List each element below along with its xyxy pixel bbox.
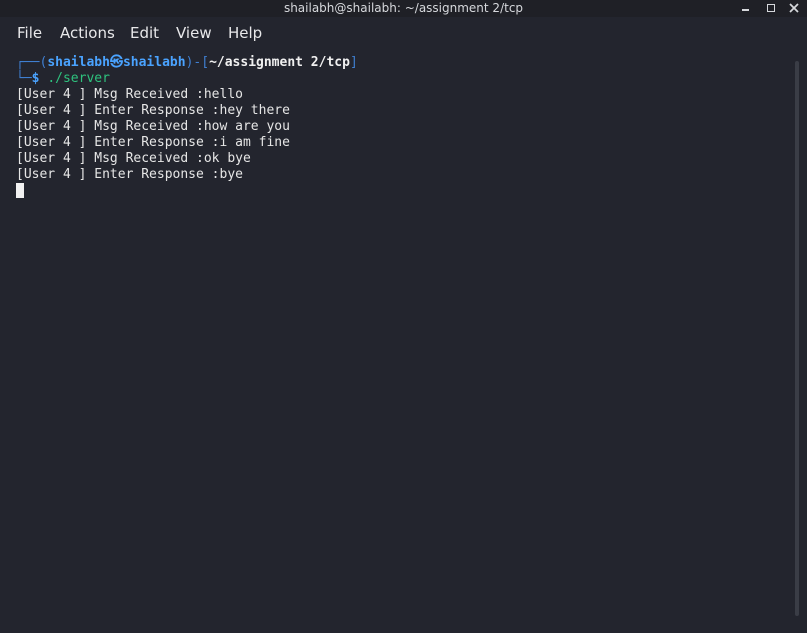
output-line: [User 4 ] Enter Response :hey there (16, 103, 290, 118)
scrollbar-thumb[interactable] (795, 61, 799, 616)
menu-help[interactable]: Help (228, 24, 262, 42)
command-text: ./server (47, 71, 110, 86)
prompt-line-1: ┌──(shailabh㉿shailabh)-[~/assignment 2/t… (16, 55, 358, 71)
maximize-icon (767, 4, 775, 12)
prompt-line-2: └─$ ./server (16, 71, 110, 87)
terminal-window: shailabh@shailabh: ~/assignment 2/tcp Fi… (0, 0, 807, 633)
window-title: shailabh@shailabh: ~/assignment 2/tcp (283, 1, 524, 15)
prompt-user: shailabh (47, 55, 110, 70)
terminal-cursor (16, 183, 24, 198)
minimize-button[interactable] (738, 0, 754, 16)
prompt-path: ~/assignment 2/tcp (209, 55, 350, 70)
vertical-scrollbar[interactable] (790, 49, 807, 633)
menu-bar: File Actions Edit View Help (0, 17, 807, 49)
menu-edit[interactable]: Edit (130, 24, 159, 42)
prompt-skull-icon: ㉿ (109, 55, 123, 70)
output-line: [User 4 ] Enter Response :bye (16, 167, 243, 182)
minimize-icon (742, 9, 749, 11)
maximize-button[interactable] (763, 0, 779, 16)
menu-view[interactable]: View (176, 24, 212, 42)
prompt-end: ] (349, 55, 358, 70)
prompt-mid: )-[ (185, 55, 210, 70)
menu-file[interactable]: File (17, 24, 42, 42)
output-line: [User 4 ] Enter Response :i am fine (16, 135, 290, 150)
title-bar[interactable]: shailabh@shailabh: ~/assignment 2/tcp (0, 0, 807, 17)
prompt-box-bottom: └─ (16, 71, 32, 86)
close-icon (789, 3, 799, 13)
prompt-host: shailabh (122, 55, 186, 70)
menu-actions[interactable]: Actions (60, 24, 115, 42)
output-line: [User 4 ] Msg Received :hello (16, 87, 243, 102)
close-button[interactable] (786, 0, 802, 16)
prompt-box-top: ┌──( (16, 55, 48, 70)
terminal-area[interactable]: ┌──(shailabh㉿shailabh)-[~/assignment 2/t… (0, 49, 790, 633)
output-line: [User 4 ] Msg Received :ok bye (16, 151, 251, 166)
output-line: [User 4 ] Msg Received :how are you (16, 119, 290, 134)
